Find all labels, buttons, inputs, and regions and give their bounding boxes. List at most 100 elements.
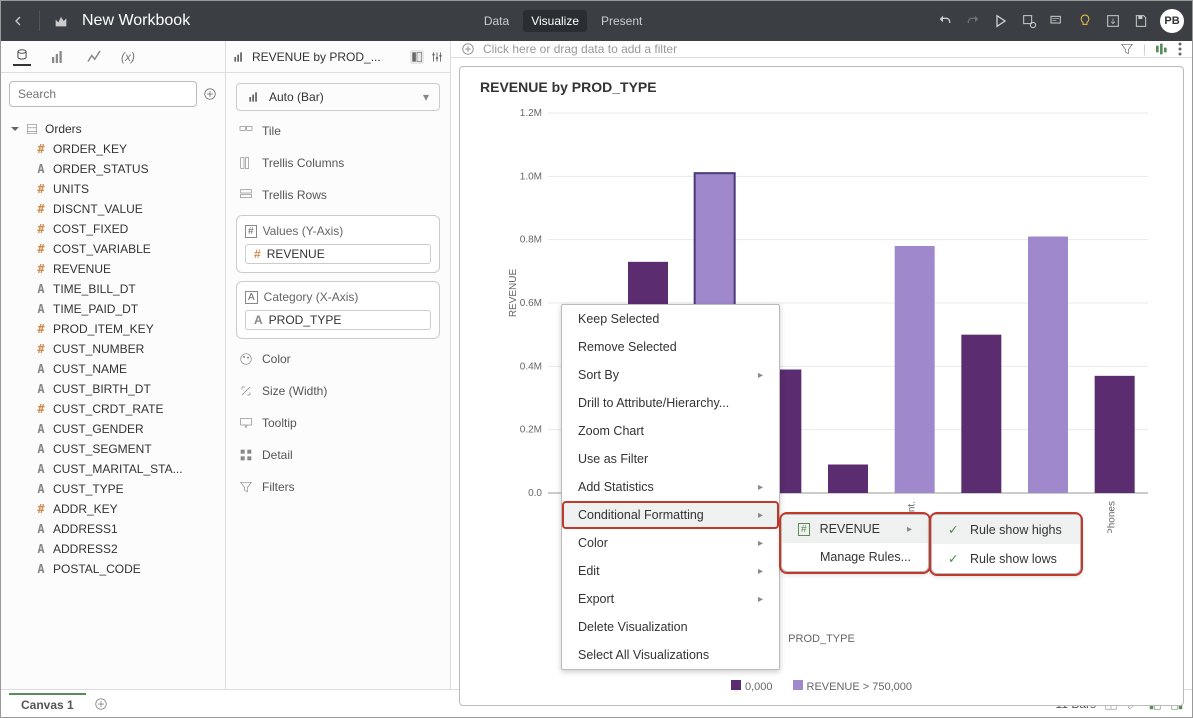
context-menu-item[interactable]: Conditional Formatting	[562, 501, 779, 529]
canvas-menu-icon[interactable]	[1178, 42, 1182, 56]
bar[interactable]	[961, 335, 1001, 493]
mode-present[interactable]: Present	[593, 10, 650, 32]
tile-icon	[238, 123, 254, 139]
viz-type-select[interactable]: Auto (Bar) ▾	[236, 83, 440, 111]
context-menu-item[interactable]: Keep Selected	[562, 305, 779, 333]
field-item[interactable]: #DISCNT_VALUE	[1, 199, 225, 219]
tile-shelf[interactable]: Tile	[236, 119, 440, 143]
data-source-name: Orders	[45, 122, 82, 136]
mode-visualize[interactable]: Visualize	[523, 10, 587, 32]
trellis-rows-shelf[interactable]: Trellis Rows	[236, 183, 440, 207]
filters-shelf[interactable]: Filters	[236, 475, 440, 499]
field-item[interactable]: AADDRESS2	[1, 539, 225, 559]
filter-bar[interactable]: Click here or drag data to add a filter …	[451, 41, 1192, 58]
field-item[interactable]: ACUST_BIRTH_DT	[1, 379, 225, 399]
data-panel: (x) Orders #ORDER_KEYAORDER_STATUS#UNITS…	[1, 41, 226, 689]
field-item[interactable]: #ADDR_KEY	[1, 499, 225, 519]
save-icon[interactable]	[1132, 12, 1150, 30]
add-data-icon[interactable]	[203, 87, 217, 101]
number-icon: #	[35, 202, 47, 216]
bar[interactable]	[1028, 237, 1068, 494]
field-tree: Orders #ORDER_KEYAORDER_STATUS#UNITS#DIS…	[1, 115, 225, 689]
field-item[interactable]: APOSTAL_CODE	[1, 559, 225, 579]
data-source[interactable]: Orders	[1, 119, 225, 139]
auto-insights-icon[interactable]	[1154, 41, 1170, 57]
field-item[interactable]: AADDRESS1	[1, 519, 225, 539]
filter-panel-icon[interactable]	[1119, 41, 1135, 57]
category-pill-label: PROD_TYPE	[269, 313, 342, 327]
trellis-cols-shelf[interactable]: Trellis Columns	[236, 151, 440, 175]
field-item[interactable]: ACUST_NAME	[1, 359, 225, 379]
field-item[interactable]: #PROD_ITEM_KEY	[1, 319, 225, 339]
field-item[interactable]: ACUST_GENDER	[1, 419, 225, 439]
size-shelf[interactable]: Size (Width)	[236, 379, 440, 403]
add-note-icon[interactable]	[1048, 12, 1066, 30]
add-filter-icon[interactable]	[461, 42, 475, 56]
context-menu-item[interactable]: Add Statistics	[562, 473, 779, 501]
context-menu-item[interactable]: Edit	[562, 557, 779, 585]
parameters-tab-icon[interactable]: (x)	[121, 50, 135, 64]
context-menu-item[interactable]: Select All Visualizations	[562, 641, 779, 669]
color-shelf[interactable]: Color	[236, 347, 440, 371]
field-label: CUST_MARITAL_STA...	[53, 462, 183, 476]
field-item[interactable]: #ORDER_KEY	[1, 139, 225, 159]
context-menu-item[interactable]: Use as Filter	[562, 445, 779, 473]
context-menu-item[interactable]: Export	[562, 585, 779, 613]
values-dropzone[interactable]: #Values (Y-Axis) #REVENUE	[236, 215, 440, 273]
attribute-icon: A	[35, 302, 47, 316]
tooltip-shelf[interactable]: Tooltip	[236, 411, 440, 435]
context-menu[interactable]: Keep SelectedRemove SelectedSort ByDrill…	[561, 304, 780, 670]
context-menu-item[interactable]: Color	[562, 529, 779, 557]
field-item[interactable]: #CUST_NUMBER	[1, 339, 225, 359]
export-icon[interactable]	[1104, 12, 1122, 30]
context-menu-item[interactable]: Delete Visualization	[562, 613, 779, 641]
field-item[interactable]: #COST_FIXED	[1, 219, 225, 239]
add-canvas-icon[interactable]	[94, 697, 108, 711]
properties-icon[interactable]	[430, 50, 444, 64]
context-menu-item[interactable]: Drill to Attribute/Hierarchy...	[562, 389, 779, 417]
insight-icon[interactable]	[1076, 12, 1094, 30]
bar[interactable]	[1095, 376, 1135, 493]
refresh-icon[interactable]	[1020, 12, 1038, 30]
field-item[interactable]: ACUST_MARITAL_STA...	[1, 459, 225, 479]
undo-icon[interactable]	[936, 12, 954, 30]
search-input[interactable]	[9, 81, 197, 107]
submenu-rules[interactable]: ✓Rule show highs ✓Rule show lows	[931, 514, 1081, 574]
category-dropzone[interactable]: ACategory (X-Axis) APROD_TYPE	[236, 281, 440, 339]
data-tab-icon[interactable]	[13, 48, 31, 66]
context-menu-item[interactable]: Sort By	[562, 361, 779, 389]
field-item[interactable]: ATIME_BILL_DT	[1, 279, 225, 299]
visualizations-tab-icon[interactable]	[49, 48, 67, 66]
detail-shelf[interactable]: Detail	[236, 443, 440, 467]
category-pill[interactable]: APROD_TYPE	[245, 310, 431, 330]
field-item[interactable]: AORDER_STATUS	[1, 159, 225, 179]
values-pill[interactable]: #REVENUE	[245, 244, 431, 264]
redo-icon[interactable]	[964, 12, 982, 30]
field-item[interactable]: ATIME_PAID_DT	[1, 299, 225, 319]
rule-show-highs[interactable]: ✓Rule show highs	[932, 515, 1080, 544]
mode-data[interactable]: Data	[476, 10, 517, 32]
submenu-item-manage-rules[interactable]: Manage Rules...	[782, 543, 928, 571]
field-item[interactable]: ACUST_TYPE	[1, 479, 225, 499]
submenu-item-revenue[interactable]: #REVENUE	[782, 515, 928, 543]
field-item[interactable]: #CUST_CRDT_RATE	[1, 399, 225, 419]
user-avatar[interactable]: PB	[1160, 9, 1184, 33]
grammar-toggle-icon[interactable]	[410, 50, 424, 64]
context-menu-item[interactable]: Remove Selected	[562, 333, 779, 361]
bar[interactable]	[895, 246, 935, 493]
submenu-conditional-formatting[interactable]: #REVENUE Manage Rules...	[781, 514, 929, 572]
field-item[interactable]: #UNITS	[1, 179, 225, 199]
analytics-tab-icon[interactable]	[85, 48, 103, 66]
bar[interactable]	[828, 465, 868, 494]
rule-show-lows[interactable]: ✓Rule show lows	[932, 544, 1080, 573]
field-item[interactable]: #COST_VARIABLE	[1, 239, 225, 259]
viz-type-label: Auto (Bar)	[269, 90, 324, 104]
field-item[interactable]: #REVENUE	[1, 259, 225, 279]
field-label: UNITS	[53, 182, 89, 196]
field-item[interactable]: ACUST_SEGMENT	[1, 439, 225, 459]
context-menu-item[interactable]: Zoom Chart	[562, 417, 779, 445]
preview-icon[interactable]	[992, 12, 1010, 30]
back-icon[interactable]	[9, 12, 27, 30]
canvas-tab[interactable]: Canvas 1	[9, 693, 86, 715]
attribute-icon: A	[35, 562, 47, 576]
